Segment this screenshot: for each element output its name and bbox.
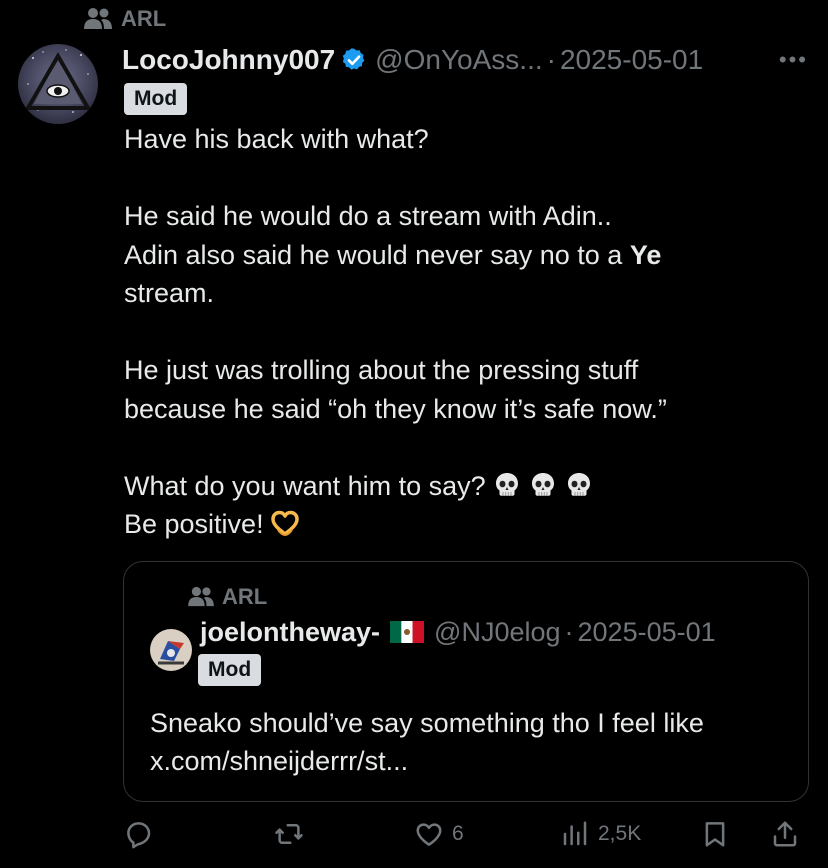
repost-icon	[275, 824, 303, 844]
tweet-header: LocoJohnny007 @OnYoAss... · 2025-05-01 •…	[122, 40, 812, 80]
skull-icon	[531, 472, 554, 496]
tweet-line: What do you want him to say?	[124, 467, 814, 506]
tweet-line: He just was trolling about the pressing …	[124, 355, 639, 385]
bold-ye-text: Ye	[629, 239, 662, 270]
quoted-community-name: ARL	[222, 584, 268, 609]
views-button[interactable]: 2,5K	[560, 812, 641, 856]
tweet-line-text: Be positive!	[124, 509, 264, 539]
community-icon	[188, 586, 214, 607]
tweet-text: Have his back with what? He said he woul…	[124, 120, 814, 544]
tweet-line: because he said “oh they know it’s safe …	[124, 393, 667, 424]
quoted-text: Sneako should’ve say something tho I fee…	[150, 704, 790, 780]
separator-dot: ·	[564, 616, 574, 647]
quoted-header: joelontheway- @NJ0elog · 2025-05-01	[200, 612, 788, 652]
more-options-button[interactable]: •••	[775, 47, 812, 73]
community-header[interactable]: ARL	[84, 4, 166, 34]
tweet-line: Adin also said he would never say no to …	[124, 236, 814, 275]
tweet-line: He said he would do a stream with Adin..	[124, 201, 612, 231]
community-icon	[84, 8, 112, 29]
bookmark-button[interactable]	[700, 812, 730, 856]
mexico-flag-icon	[390, 621, 425, 643]
mod-badge: Mod	[124, 83, 188, 115]
tweet-line-text: What do you want him to say?	[124, 470, 486, 501]
quoted-handle[interactable]: @NJ0elog	[434, 617, 560, 648]
skull-icon	[567, 472, 590, 496]
quoted-avatar[interactable]	[150, 629, 192, 671]
reply-button[interactable]	[124, 812, 154, 856]
reply-icon	[127, 822, 151, 849]
heart-hands-icon	[270, 510, 299, 537]
skull-icon	[495, 472, 518, 496]
views-count: 2,5K	[598, 822, 642, 845]
tweet-line: Have his back with what?	[124, 124, 429, 154]
share-icon	[773, 821, 797, 847]
handle[interactable]: @OnYoAss...	[375, 44, 542, 76]
verified-badge-icon	[343, 48, 365, 70]
post-date[interactable]: 2025-05-01	[560, 44, 703, 76]
quoted-mod-badge: Mod	[198, 654, 262, 686]
separator-dot: ·	[546, 44, 556, 75]
quoted-display-name[interactable]: joelontheway-	[200, 617, 380, 648]
heart-icon	[416, 823, 442, 846]
all-seeing-eye-avatar-icon	[18, 44, 98, 124]
action-bar: 6 2,5K	[120, 812, 820, 856]
quoted-avatar-icon	[150, 629, 192, 671]
bookmark-icon	[705, 822, 725, 847]
quoted-community-header[interactable]: ARL	[188, 582, 267, 612]
tweet-line: Be positive!	[124, 505, 814, 544]
community-name: ARL	[121, 6, 167, 31]
repost-button[interactable]	[274, 812, 304, 856]
display-name[interactable]: LocoJohnny007	[122, 44, 335, 76]
quoted-text-line: Sneako should’ve say something tho I fee…	[150, 708, 704, 738]
avatar[interactable]	[18, 44, 98, 124]
quoted-post-date[interactable]: 2025-05-01	[578, 617, 716, 648]
like-count: 6	[452, 822, 464, 845]
share-button[interactable]	[770, 812, 800, 856]
tweet-line-text: Adin also said he would never say no to …	[124, 239, 630, 270]
quoted-tweet-card[interactable]: ARL joelontheway- @NJ0elog · 2025-05-01 …	[123, 561, 809, 802]
quoted-link[interactable]: x.com/shneijderrr/st...	[150, 742, 790, 780]
tweet-line: stream.	[124, 278, 215, 308]
views-icon	[563, 821, 587, 846]
like-button[interactable]: 6	[414, 812, 464, 856]
